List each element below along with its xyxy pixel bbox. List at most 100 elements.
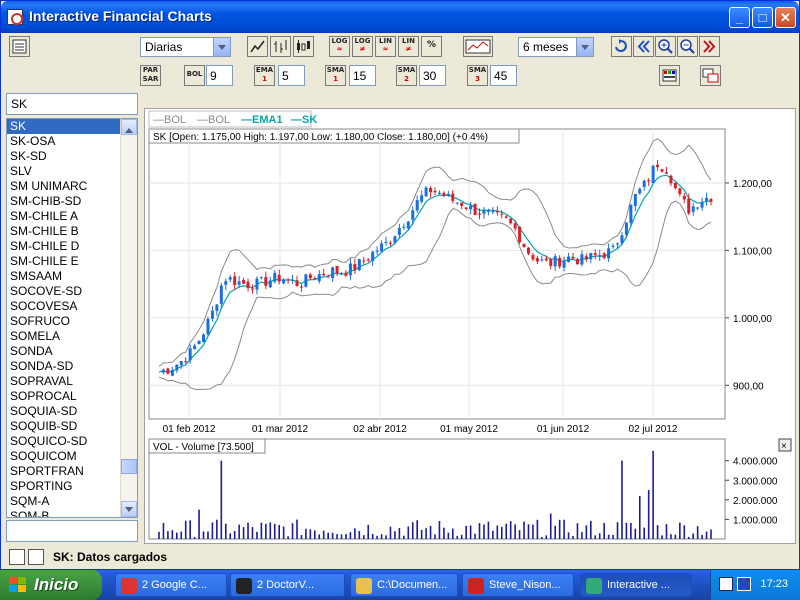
fullscreen-icon[interactable] <box>9 549 25 565</box>
list-item[interactable]: SMSAAM <box>7 269 137 284</box>
x-tick-label: 02 jul 2012 <box>629 424 678 435</box>
symbol-search-input[interactable]: SK <box>6 93 138 115</box>
scroll-thumb[interactable] <box>121 459 137 474</box>
candle-body <box>322 273 326 276</box>
rewind-icon[interactable] <box>633 36 654 57</box>
candle-body <box>237 281 241 285</box>
range-select[interactable]: 6 meses <box>518 37 594 57</box>
list-item[interactable]: SONDA-SD <box>7 359 137 374</box>
maximize-button[interactable]: □ <box>752 7 773 28</box>
main-toolbar: Diarias LOG ≈ LOG ≠ LIN ≈ LIN ≠ % 6 meses <box>1 33 799 62</box>
scroll-down-button[interactable] <box>121 501 137 517</box>
candle-body <box>687 198 691 214</box>
sma3-period-input[interactable]: 45 <box>490 65 517 86</box>
period-select[interactable]: Diarias <box>140 37 231 57</box>
list-item[interactable]: SOQUICO-SD <box>7 434 137 449</box>
candle-body <box>478 213 482 215</box>
candle-body <box>460 202 464 206</box>
list-item[interactable]: SOPROCAL <box>7 389 137 404</box>
language-icon[interactable] <box>737 577 751 591</box>
sma1-period-input[interactable]: 15 <box>349 65 376 86</box>
legend-item: —EMA1 <box>241 114 283 126</box>
new-window-icon[interactable] <box>700 65 721 86</box>
candle-body <box>259 276 263 278</box>
line-chart-icon[interactable] <box>247 36 268 57</box>
taskbar-label: Interactive ... <box>607 579 670 591</box>
list-item[interactable]: SM-CHILE B <box>7 224 137 239</box>
list-item[interactable]: SOQUICOM <box>7 449 137 464</box>
candle-body <box>380 243 384 252</box>
candle-body <box>433 190 437 193</box>
list-item[interactable]: SM-CHIB-SD <box>7 194 137 209</box>
taskbar-button[interactable]: Steve_Nison... <box>462 573 574 597</box>
candle-body <box>340 273 344 275</box>
list-item[interactable]: SQM-A <box>7 494 137 509</box>
sma3-button[interactable]: SMA 3 <box>467 65 488 86</box>
ema-button[interactable]: EMA 1 <box>254 65 275 86</box>
zoom-chart-icon[interactable] <box>463 36 493 57</box>
network-icon[interactable] <box>719 577 733 591</box>
minimize-button[interactable]: _ <box>729 7 750 28</box>
list-item[interactable]: SM-CHILE D <box>7 239 137 254</box>
taskbar-button[interactable]: 2 Google C... <box>115 573 227 597</box>
scroll-up-button[interactable] <box>121 119 137 135</box>
list-item[interactable]: SONDA <box>7 344 137 359</box>
print-icon[interactable] <box>28 549 44 565</box>
taskbar-button[interactable]: C:\Documen... <box>350 573 458 597</box>
parabolic-sar-button[interactable]: PAR SAR <box>140 65 161 86</box>
log-scale-button[interactable]: LOG ≈ <box>329 36 350 57</box>
list-item[interactable]: SLV <box>7 164 137 179</box>
linear-scale-button[interactable]: LIN ≈ <box>375 36 396 57</box>
ema-period-input[interactable]: 5 <box>278 65 305 86</box>
list-item[interactable]: SM-CHILE E <box>7 254 137 269</box>
list-item[interactable]: SM-CHILE A <box>7 209 137 224</box>
list-item[interactable]: SOQUIB-SD <box>7 419 137 434</box>
list-item[interactable]: SPORTFRAN <box>7 464 137 479</box>
start-button[interactable]: Inicio <box>0 570 102 600</box>
linear-scale-alt-button[interactable]: LIN ≠ <box>398 36 419 57</box>
close-button[interactable]: ✕ <box>775 7 796 28</box>
sma1-button[interactable]: SMA 1 <box>325 65 346 86</box>
zoom-in-icon[interactable] <box>655 36 676 57</box>
sma2-button[interactable]: SMA 2 <box>396 65 417 86</box>
taskbar-button[interactable]: 2 DoctorV... <box>230 573 345 597</box>
list-item[interactable]: SOCOVE-SD <box>7 284 137 299</box>
color-palette-icon[interactable] <box>659 65 680 86</box>
candle-body <box>669 175 673 184</box>
app-icon <box>586 578 602 594</box>
candle-body <box>397 227 401 235</box>
list-item[interactable]: SOPRAVAL <box>7 374 137 389</box>
legend-item: —BOL <box>153 114 186 126</box>
list-item[interactable]: SOMELA <box>7 329 137 344</box>
list-item[interactable]: SOQUIA-SD <box>7 404 137 419</box>
price-chart[interactable]: —BOL —BOL —EMA1 —SK SK [Open: 1.175,00 High:… <box>145 109 795 543</box>
bollinger-period-input[interactable]: 9 <box>206 65 233 86</box>
list-item[interactable]: SM UNIMARC <box>7 179 137 194</box>
list-item[interactable]: SOFRUCO <box>7 314 137 329</box>
refresh-icon[interactable] <box>611 36 632 57</box>
candle-body <box>580 254 584 265</box>
list-item[interactable]: SPORTING <box>7 479 137 494</box>
chart-panel[interactable]: —BOL —BOL —EMA1 —SK SK [Open: 1.175,00 High:… <box>144 108 796 544</box>
sma2-period-input[interactable]: 30 <box>419 65 446 86</box>
taskbar-button[interactable]: Interactive ... <box>580 573 692 597</box>
candle-body <box>575 259 579 265</box>
log-scale-alt-button[interactable]: LOG ≠ <box>352 36 373 57</box>
candle-body <box>277 274 281 282</box>
taskbar-label: 2 DoctorV... <box>257 579 315 591</box>
percent-button[interactable]: % <box>421 36 442 57</box>
bar-chart-icon[interactable] <box>270 36 291 57</box>
list-item[interactable]: SK-OSA <box>7 134 137 149</box>
zoom-out-icon[interactable] <box>677 36 698 57</box>
fast-forward-icon[interactable] <box>699 36 720 57</box>
candlestick-icon[interactable] <box>293 36 314 57</box>
data-table-icon[interactable] <box>9 36 30 57</box>
close-pane-glyph: × <box>781 441 787 452</box>
symbol-list-scrollbar[interactable] <box>120 119 137 517</box>
list-item[interactable]: SK <box>7 119 137 134</box>
list-item[interactable]: SOCOVESA <box>7 299 137 314</box>
candle-body <box>469 205 473 210</box>
list-item[interactable]: SK-SD <box>7 149 137 164</box>
bollinger-button[interactable]: BOL <box>184 65 205 86</box>
list-item[interactable]: SQM-B <box>7 509 137 517</box>
